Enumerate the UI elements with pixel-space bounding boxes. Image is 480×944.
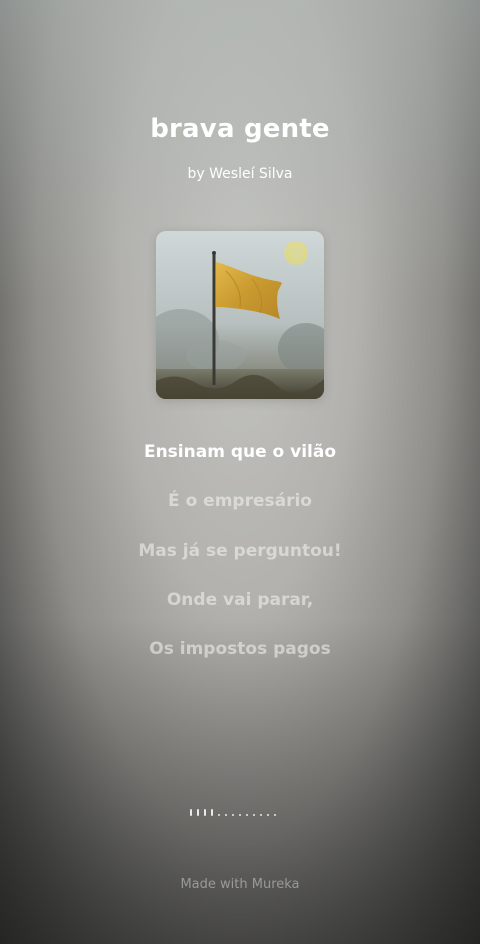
progress-tick: [246, 814, 248, 816]
progress-tick: [218, 814, 220, 816]
progress-tick: [232, 814, 234, 816]
lyric-line: Mas já se perguntou!: [138, 540, 342, 561]
album-cover[interactable]: [156, 231, 324, 399]
lyric-line: Onde vai parar,: [166, 589, 314, 610]
progress-tick: [239, 814, 241, 816]
progress-tick: [260, 814, 262, 816]
lyric-line-active: Ensinam que o vilão: [143, 442, 337, 462]
progress-tick-played: [190, 809, 192, 816]
footer-credit: Made with Mureka: [180, 877, 300, 892]
lyrics-list: Ensinam que o vilão É o empresário Mas j…: [0, 438, 480, 684]
progress-tick: [253, 814, 255, 816]
progress-tick: [274, 814, 276, 816]
song-artist: by Wesleí Silva: [187, 166, 293, 182]
progress-tick-played: [211, 809, 213, 816]
playback-progress-bar[interactable]: [190, 804, 290, 816]
progress-tick-played: [204, 809, 206, 816]
progress-tick-played: [197, 809, 199, 816]
lyric-line: É o empresário: [168, 491, 312, 512]
lyric-line: Os impostos pagos: [149, 639, 331, 660]
song-title: brava gente: [150, 114, 330, 144]
progress-tick: [267, 814, 269, 816]
waving-flag-in-fog-icon: [156, 231, 324, 399]
progress-tick: [225, 814, 227, 816]
